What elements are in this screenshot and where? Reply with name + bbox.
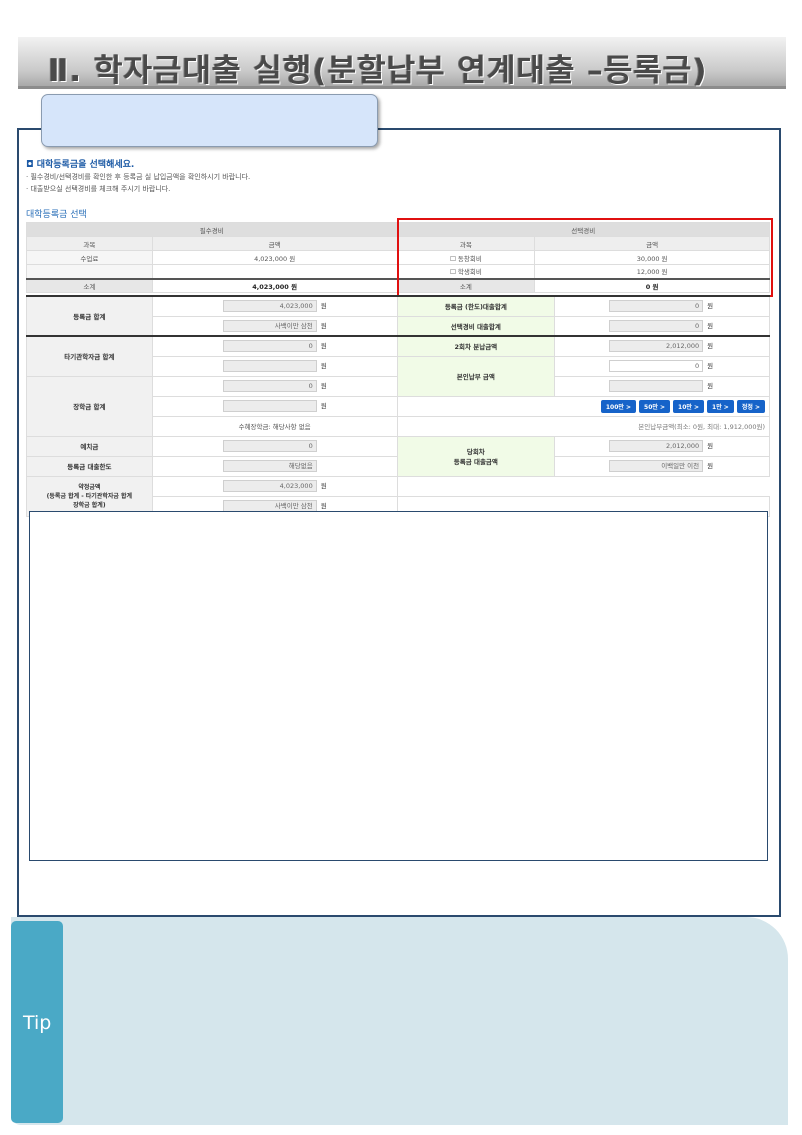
- instruction-heading: ◘ 대학등록금을 선택해세요.: [26, 160, 135, 170]
- this-round-loan-field: 2,012,000: [609, 440, 704, 452]
- this-round-loan-korean-field: 이백일만 이천: [609, 460, 704, 472]
- instruction-line: · 대출받으실 선택경비를 체크해 주시기 바랍니다.: [26, 185, 171, 193]
- other-loan-label: 타기관학자금 합계: [26, 335, 153, 377]
- add-100k-button[interactable]: 10만 >: [673, 399, 705, 413]
- deposit-label: 예치금: [26, 435, 153, 457]
- self-payment-label: 본인납부 금액: [396, 355, 556, 397]
- scholarship-note: 수혜장학금: 해당사항 없음: [151, 415, 398, 437]
- required-expense-header: 필수경비: [26, 222, 398, 237]
- second-installment-field: 2,012,000: [609, 340, 704, 353]
- add-1m-button[interactable]: 100만 >: [600, 399, 637, 413]
- instruction-line: · 필수경비/선택경비를 확인한 후 등록금 실 납입금액을 확인하시기 바랍니…: [26, 173, 251, 181]
- optional-expense-highlight: [397, 218, 773, 297]
- optional-loan-total-field: 0: [609, 319, 704, 332]
- other-loan-field: 0: [222, 340, 317, 353]
- self-payment-input[interactable]: 0: [609, 360, 704, 372]
- agreed-amount-label: 약정금액 (등록금 합계 - 타기관학자금 합계 장학금 합계): [26, 475, 153, 517]
- optional-loan-total-label: 선택경비 대출합계: [396, 315, 556, 337]
- correct-button[interactable]: 정정 >: [736, 399, 765, 413]
- tuition-loan-total-label: 등록금 (한도)대출합계: [396, 295, 556, 317]
- loan-limit-field: 해당없음: [222, 460, 317, 472]
- scholarship-label: 장학금 합계: [26, 375, 153, 437]
- add-500k-button[interactable]: 50만 >: [639, 399, 671, 413]
- amount-buttons: 100만 >50만 >10만 >1만 > 정정 >: [396, 395, 771, 417]
- tip-panel: [11, 917, 788, 1125]
- agreed-amount-field: 4,023,000: [222, 480, 317, 492]
- second-installment-label: 2회차 분납금액: [396, 335, 556, 357]
- req-item: 수업료: [26, 250, 153, 265]
- col-amount: 금액: [151, 236, 398, 251]
- tuition-total-korean-field: 사백이만 삼천: [222, 319, 317, 332]
- subtotal-label: 소계: [26, 277, 153, 293]
- req-amount: 4,023,000 원: [151, 250, 398, 265]
- self-payment-korean-field: [609, 380, 704, 392]
- deposit-field: 0: [222, 440, 317, 452]
- title-banner: Ⅱ. 학자금대출 실행(분할납부 연계대출 –등록금): [18, 37, 786, 89]
- page-title: Ⅱ. 학자금대출 실행(분할납부 연계대출 –등록금): [48, 53, 708, 89]
- self-payment-note: 본인납부금액(최소: 0원, 최대: 1,912,000원): [396, 415, 771, 437]
- add-10k-button[interactable]: 1만 >: [707, 399, 734, 413]
- req-item: [26, 264, 153, 279]
- req-subtotal: 4,023,000 원: [151, 277, 398, 293]
- col-item: 과목: [26, 236, 153, 251]
- req-amount: [151, 264, 398, 279]
- loan-limit-label: 등록금 대출한도: [26, 455, 153, 477]
- overlay-panel: [29, 511, 768, 861]
- other-loan-korean-field: [222, 360, 317, 372]
- this-round-loan-label: 당회차 등록금 대출금액: [396, 435, 556, 477]
- section-title: 대학등록금 선택: [26, 210, 87, 220]
- tuition-total-label: 등록금 합계: [26, 295, 153, 337]
- tip-label: Tip: [23, 1012, 52, 1034]
- section-tab: [41, 94, 378, 147]
- tuition-total-field: 4,023,000: [222, 300, 317, 313]
- summary-table: 등록금 합계 4,023,000 원 등록금 (한도)대출합계 0원 사백이만 삼…: [26, 295, 771, 517]
- scholarship-korean-field: [222, 400, 317, 412]
- tuition-loan-total-field: 0: [609, 300, 704, 313]
- scholarship-field: 0: [222, 380, 317, 392]
